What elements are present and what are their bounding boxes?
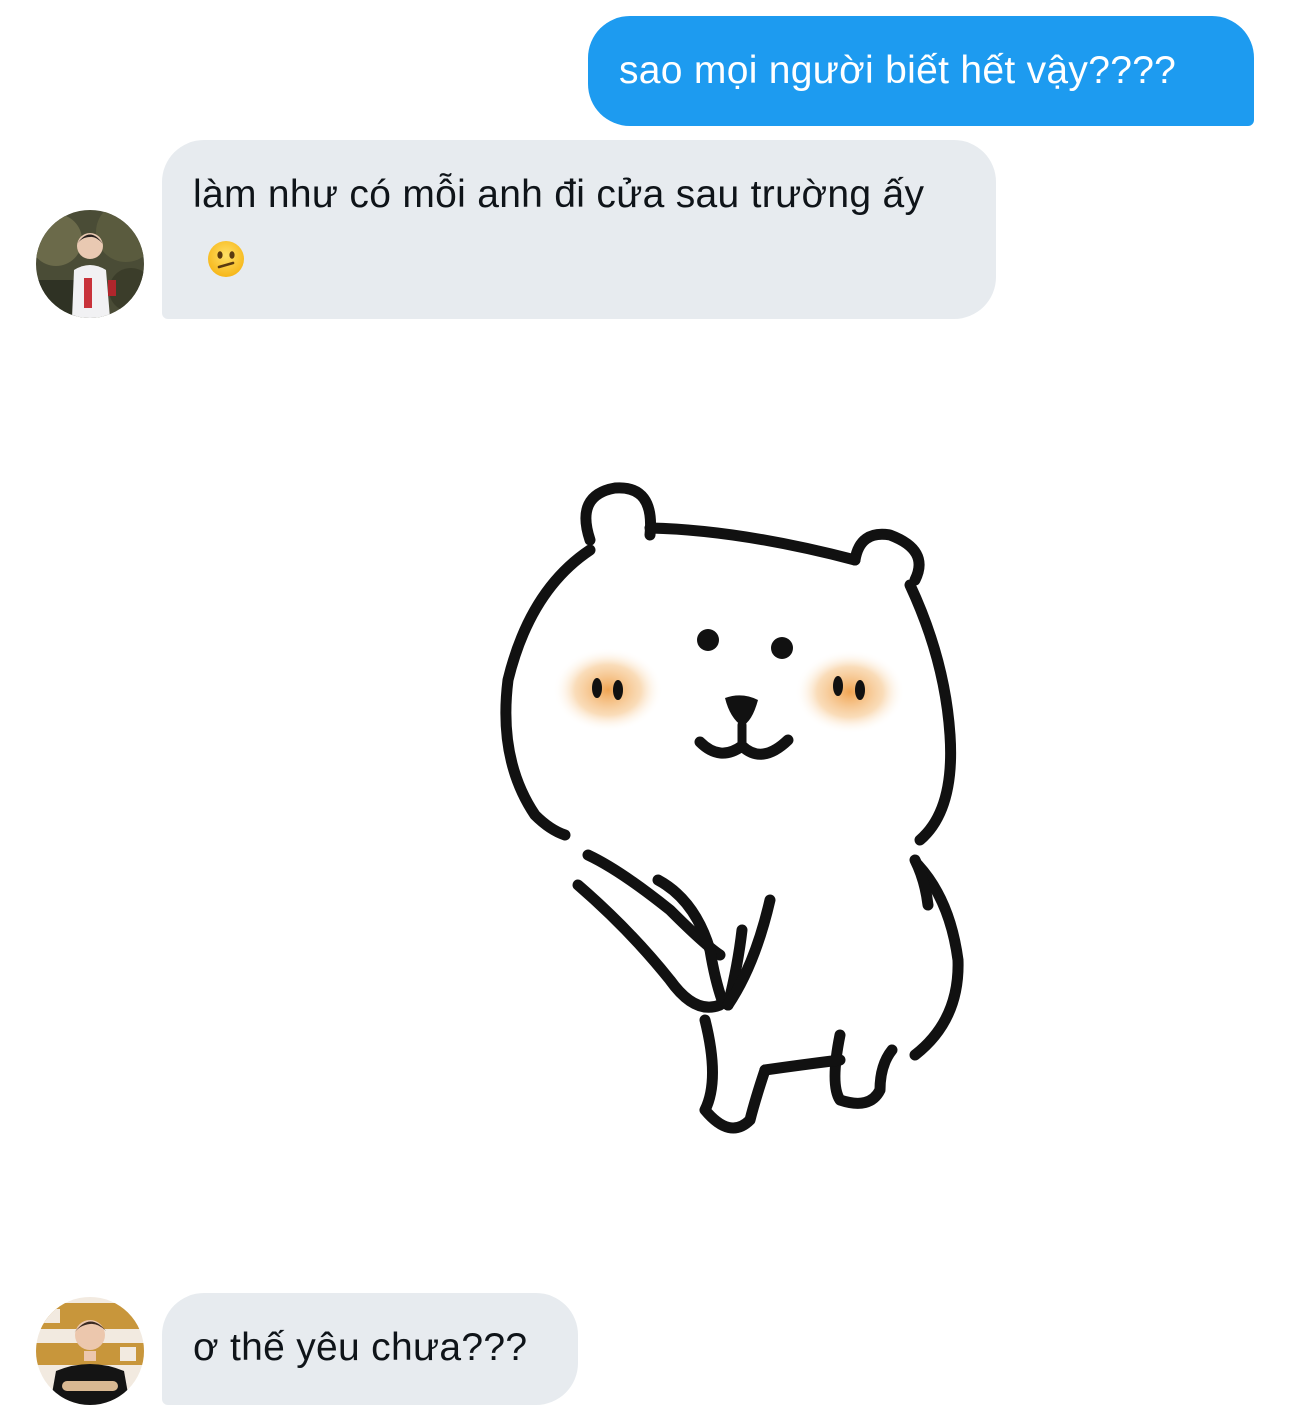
confused-face-icon	[207, 233, 245, 277]
white-bear-sticker[interactable]	[480, 460, 980, 1160]
avatar-image	[36, 210, 144, 318]
received-message-bubble[interactable]: làm như có mỗi anh đi cửa sau trường ấy	[162, 140, 996, 319]
received-message-bubble[interactable]: ơ thế yêu chưa???	[162, 1293, 578, 1405]
avatar[interactable]	[36, 210, 144, 318]
bear-sticker-image	[500, 482, 964, 1134]
message-text: làm như có mỗi anh đi cửa sau trường ấy	[193, 173, 925, 216]
sent-message-bubble[interactable]: sao mọi người biết hết vậy????	[588, 16, 1254, 126]
avatar[interactable]	[36, 1297, 144, 1405]
message-text: ơ thế yêu chưa???	[193, 1326, 528, 1369]
message-text: sao mọi người biết hết vậy????	[619, 49, 1177, 92]
avatar-image	[36, 1297, 144, 1405]
